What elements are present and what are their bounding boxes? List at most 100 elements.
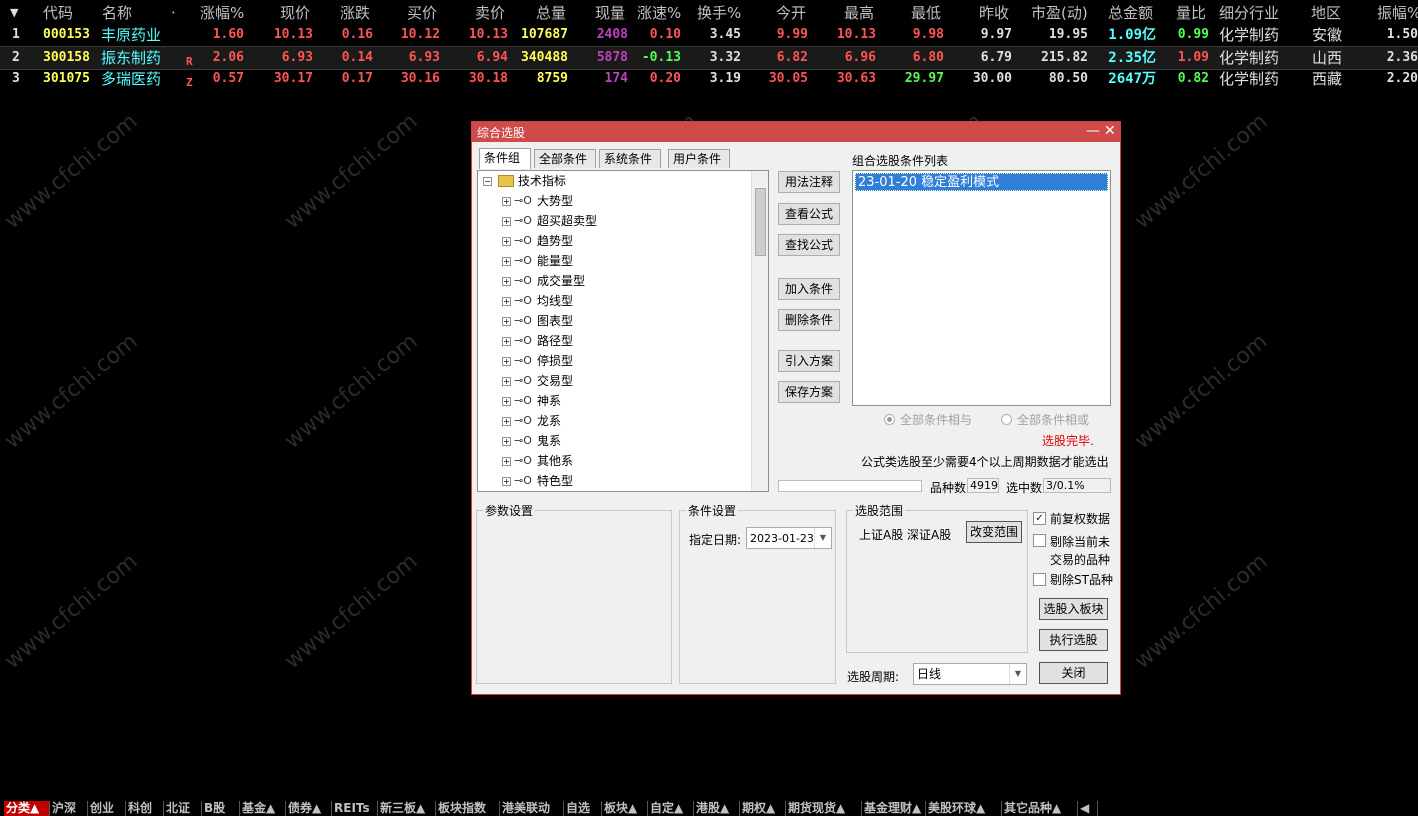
col-open[interactable]: 今开 bbox=[776, 2, 806, 24]
save-scheme-button[interactable]: 保存方案 bbox=[778, 381, 840, 403]
find-formula-button[interactable]: 查找公式 bbox=[778, 234, 840, 256]
close-icon[interactable]: ✕ bbox=[1104, 123, 1116, 139]
period-select[interactable]: 日线 ▼ bbox=[913, 663, 1027, 685]
execute-screening-button[interactable]: 执行选股 bbox=[1039, 629, 1108, 651]
col-vol[interactable]: 总量 bbox=[536, 2, 566, 24]
collapse-icon[interactable]: − bbox=[483, 177, 492, 186]
col-area[interactable]: 地区 bbox=[1311, 2, 1341, 24]
radio-or[interactable] bbox=[1001, 414, 1012, 425]
bottom-tab[interactable]: 基金理财▲ bbox=[862, 801, 926, 816]
expand-icon[interactable]: + bbox=[502, 477, 511, 486]
expand-icon[interactable]: + bbox=[502, 377, 511, 386]
expand-icon[interactable]: + bbox=[502, 397, 511, 406]
bottom-tab[interactable]: 基金▲ bbox=[240, 801, 286, 816]
col-high[interactable]: 最高 bbox=[844, 2, 874, 24]
exclude-nontrading-checkbox[interactable] bbox=[1033, 534, 1046, 547]
sort-arrow-icon[interactable]: ▼ bbox=[10, 2, 18, 24]
scrollbar-thumb[interactable] bbox=[755, 188, 766, 256]
expand-icon[interactable]: + bbox=[502, 357, 511, 366]
expand-icon[interactable]: + bbox=[502, 297, 511, 306]
exclude-nontrading-label-1[interactable]: 剔除当前未 bbox=[1050, 533, 1110, 550]
col-name[interactable]: 名称 bbox=[102, 2, 132, 24]
add-condition-button[interactable]: 加入条件 bbox=[778, 278, 840, 300]
dialog-titlebar[interactable]: 综合选股 — ✕ bbox=[472, 122, 1120, 142]
bottom-tab[interactable]: B股 bbox=[202, 801, 240, 816]
expand-icon[interactable]: + bbox=[502, 437, 511, 446]
col-ind[interactable]: 细分行业 bbox=[1219, 2, 1279, 24]
date-picker[interactable]: 2023-01-23 ▼ bbox=[746, 527, 832, 549]
bottom-tab[interactable]: 板块▲ bbox=[602, 801, 648, 816]
exclude-nontrading-label-2[interactable]: 交易的品种 bbox=[1050, 551, 1110, 568]
condition-list-item[interactable]: 23-01-20 稳定盈利模式 bbox=[855, 173, 1108, 191]
col-amt[interactable]: 总金额 bbox=[1108, 2, 1153, 24]
col-pct[interactable]: 涨幅% bbox=[200, 2, 244, 24]
col-turn[interactable]: 换手% bbox=[697, 2, 741, 24]
col-amp[interactable]: 振幅% bbox=[1377, 2, 1418, 24]
col-code[interactable]: 代码 bbox=[43, 2, 73, 24]
bottom-tab[interactable]: 分类▲ bbox=[4, 801, 50, 816]
bottom-tab[interactable]: 其它品种▲ bbox=[1002, 801, 1078, 816]
radio-and-label[interactable]: 全部条件相与 bbox=[900, 411, 972, 428]
bottom-tab[interactable]: 债券▲ bbox=[286, 801, 332, 816]
table-row[interactable]: 1 000153 丰原药业 1.60 10.13 0.16 10.12 10.13 107687… bbox=[0, 24, 1418, 46]
exclude-st-label[interactable]: 剔除ST品种 bbox=[1050, 571, 1113, 588]
expand-icon[interactable]: + bbox=[502, 337, 511, 346]
col-vr[interactable]: 量比 bbox=[1176, 2, 1206, 24]
chevron-down-icon[interactable]: ▼ bbox=[1009, 664, 1026, 684]
expand-icon[interactable]: + bbox=[502, 317, 511, 326]
bottom-tab[interactable]: 板块指数 bbox=[436, 801, 500, 816]
col-prev[interactable]: 昨收 bbox=[979, 2, 1009, 24]
bottom-tab[interactable]: 美股环球▲ bbox=[926, 801, 1002, 816]
bottom-tab[interactable]: 自定▲ bbox=[648, 801, 694, 816]
close-button[interactable]: 关闭 bbox=[1039, 662, 1108, 684]
bottom-tab[interactable]: REITs bbox=[332, 801, 378, 816]
table-row[interactable]: 3 301075 多瑞医药 Z 0.57 30.17 0.17 30.16 30.18 8759 1… bbox=[0, 68, 1418, 90]
minimize-icon[interactable]: — bbox=[1086, 123, 1100, 139]
bottom-tab[interactable]: 北证 bbox=[164, 801, 202, 816]
col-cur[interactable]: 现量 bbox=[595, 2, 625, 24]
bottom-tab[interactable]: 科创 bbox=[126, 801, 164, 816]
radio-and[interactable] bbox=[884, 414, 895, 425]
tree-scrollbar[interactable] bbox=[751, 171, 768, 491]
col-bid[interactable]: 买价 bbox=[407, 2, 437, 24]
tab-all-conditions[interactable]: 全部条件 bbox=[534, 149, 596, 168]
radio-or-label[interactable]: 全部条件相或 bbox=[1017, 411, 1089, 428]
expand-icon[interactable]: + bbox=[502, 237, 511, 246]
tab-system-conditions[interactable]: 系统条件 bbox=[599, 149, 661, 168]
col-low[interactable]: 最低 bbox=[911, 2, 941, 24]
delete-condition-button[interactable]: 删除条件 bbox=[778, 309, 840, 331]
bottom-tab[interactable]: 创业 bbox=[88, 801, 126, 816]
bottom-tab[interactable]: 港美联动 bbox=[500, 801, 564, 816]
usage-notes-button[interactable]: 用法注释 bbox=[778, 171, 840, 193]
view-formula-button[interactable]: 查看公式 bbox=[778, 203, 840, 225]
exclude-st-checkbox[interactable] bbox=[1033, 573, 1046, 586]
expand-icon[interactable]: + bbox=[502, 417, 511, 426]
bottom-tab[interactable]: 期权▲ bbox=[740, 801, 786, 816]
import-scheme-button[interactable]: 引入方案 bbox=[778, 350, 840, 372]
expand-icon[interactable]: + bbox=[502, 257, 511, 266]
col-pe[interactable]: 市盈(动) bbox=[1031, 2, 1088, 24]
col-speed[interactable]: 涨速% bbox=[637, 2, 681, 24]
expand-icon[interactable]: + bbox=[502, 457, 511, 466]
forward-adjust-checkbox[interactable]: ✓ bbox=[1033, 512, 1046, 525]
condition-tree[interactable]: − 技术指标 + ⊸O 大势型 + ⊸O 超买超卖型 + ⊸O 趋势型 + ⊸O 能量型 + ⊸O 成交量型… bbox=[477, 170, 769, 492]
table-row[interactable]: 2 300158 振东制药 R 2.06 6.93 0.14 6.93 6.94 340488 58… bbox=[0, 46, 1418, 70]
condition-list[interactable]: 23-01-20 稳定盈利模式 bbox=[852, 170, 1111, 406]
col-ask[interactable]: 卖价 bbox=[475, 2, 505, 24]
add-to-block-button[interactable]: 选股入板块 bbox=[1039, 598, 1108, 620]
tab-condition-group[interactable]: 条件组 bbox=[479, 148, 531, 169]
bottom-tab[interactable]: ◀ bbox=[1078, 801, 1098, 816]
chevron-down-icon[interactable]: ▼ bbox=[814, 528, 831, 548]
bottom-tab[interactable]: 沪深 bbox=[50, 801, 88, 816]
col-price[interactable]: 现价 bbox=[280, 2, 310, 24]
expand-icon[interactable]: + bbox=[502, 197, 511, 206]
bottom-tab[interactable]: 港股▲ bbox=[694, 801, 740, 816]
tab-user-conditions[interactable]: 用户条件 bbox=[668, 149, 730, 168]
bottom-tab[interactable]: 自选 bbox=[564, 801, 602, 816]
forward-adjust-label[interactable]: 前复权数据 bbox=[1050, 510, 1110, 527]
expand-icon[interactable]: + bbox=[502, 217, 511, 226]
expand-icon[interactable]: + bbox=[502, 277, 511, 286]
bottom-tab[interactable]: 期货现货▲ bbox=[786, 801, 862, 816]
bottom-tab[interactable]: 新三板▲ bbox=[378, 801, 436, 816]
col-chg[interactable]: 涨跌 bbox=[340, 2, 370, 24]
